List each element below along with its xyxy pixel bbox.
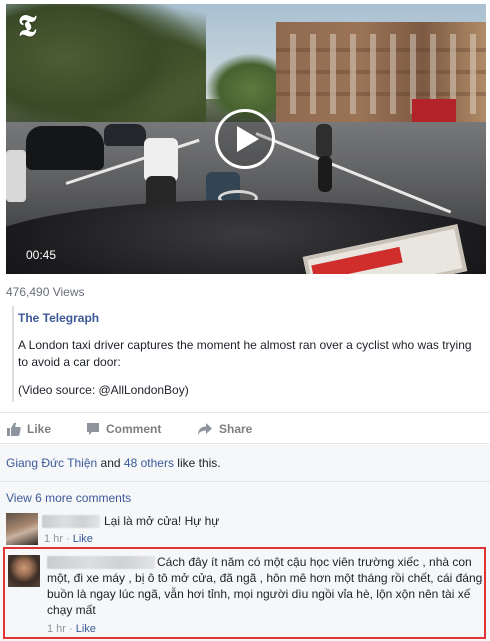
- facebook-post: 𝕿 00:45 476,490 Views The Telegraph A Lo…: [0, 0, 490, 641]
- comment-label: Comment: [106, 422, 162, 436]
- divider: [0, 481, 490, 482]
- others-link[interactable]: 48 others: [124, 456, 174, 470]
- play-icon: [236, 126, 259, 152]
- comment-time[interactable]: 1 hr: [44, 533, 63, 545]
- attachment-credit: (Video source: @AllLondonBoy): [18, 383, 189, 397]
- video-frame-car: [26, 126, 104, 170]
- avatar[interactable]: [6, 513, 38, 545]
- likes-and: and: [97, 456, 124, 470]
- play-button[interactable]: [215, 109, 275, 169]
- share-arrow-icon: [198, 423, 212, 435]
- attachment-description: A London taxi driver captures the moment…: [18, 338, 472, 369]
- comment-button[interactable]: Comment: [86, 421, 161, 437]
- comment-time[interactable]: 1 hr: [47, 623, 66, 635]
- comment-item-highlighted: Cách đây ít năm có một cậu học viên trườ…: [3, 547, 486, 639]
- video-frame-car: [6, 150, 26, 202]
- meta-separator: ·: [62, 533, 73, 545]
- view-count: 476,490 Views: [6, 285, 85, 299]
- liker-name-link[interactable]: Giang Đức Thiện: [6, 456, 97, 470]
- video-frame-person: [318, 156, 332, 192]
- comment-item: Lại là mở cửa! Hự hự 1 hr · Like: [0, 511, 490, 547]
- attachment-source-title[interactable]: The Telegraph: [18, 311, 99, 325]
- comment-meta: 1 hr · Like: [44, 533, 93, 545]
- social-section: Giang Đức Thiện and 48 others like this.…: [0, 445, 490, 641]
- like-button[interactable]: Like: [7, 421, 51, 437]
- likes-suffix: like this.: [173, 456, 221, 470]
- quote-bar: [12, 306, 14, 402]
- action-bar: Like Comment Share: [0, 412, 490, 444]
- commenter-name-redacted[interactable]: [42, 515, 100, 528]
- meta-separator: ·: [65, 623, 76, 635]
- comment-text: Lại là mở cửa! Hự hự: [104, 514, 220, 528]
- like-label: Like: [27, 422, 52, 436]
- video-frame-car: [104, 124, 146, 146]
- comment-like-link[interactable]: Like: [73, 533, 93, 545]
- speech-bubble-icon: [87, 423, 99, 435]
- comment-meta: 1 hr · Like: [47, 623, 96, 635]
- comment-text: Cách đây ít năm có một cậu học viên trườ…: [47, 555, 483, 617]
- comment-like-link[interactable]: Like: [76, 623, 96, 635]
- thumbs-up-icon: [7, 422, 21, 436]
- likes-summary: Giang Đức Thiện and 48 others like this.: [6, 456, 221, 470]
- view-more-comments-link[interactable]: View 6 more comments: [6, 491, 131, 505]
- share-label: Share: [219, 422, 253, 436]
- video-frame-person: [316, 124, 332, 158]
- telegraph-logo: 𝕿: [18, 10, 37, 43]
- share-button[interactable]: Share: [197, 421, 252, 437]
- avatar[interactable]: [8, 555, 40, 587]
- link-attachment[interactable]: The Telegraph A London taxi driver captu…: [6, 302, 484, 404]
- video-duration: 00:45: [26, 248, 57, 262]
- video-player[interactable]: 𝕿 00:45: [6, 4, 486, 274]
